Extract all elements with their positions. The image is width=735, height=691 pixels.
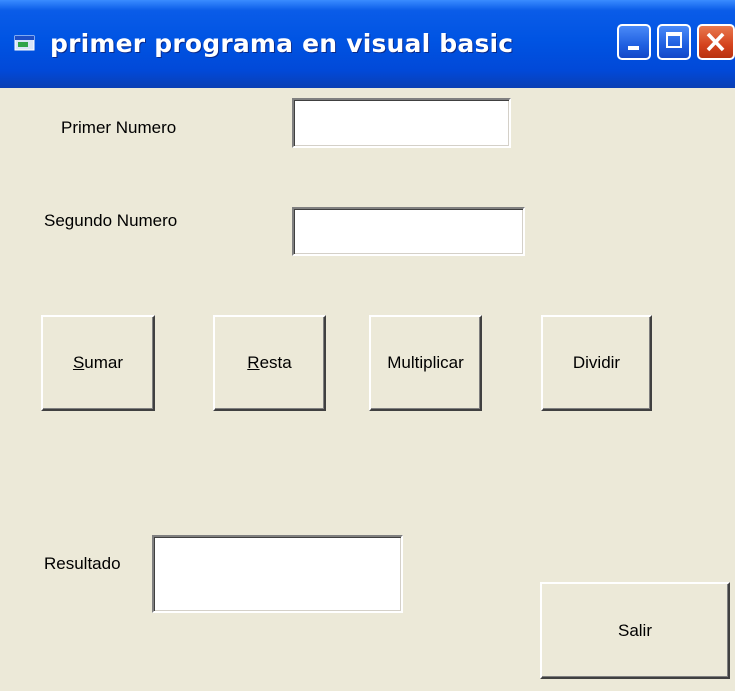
app-window: primer programa en visual basic Primer N… xyxy=(0,0,735,691)
segundo-numero-label: Segundo Numero xyxy=(44,211,178,230)
maximize-icon xyxy=(666,32,682,48)
maximize-button[interactable] xyxy=(657,24,691,60)
minimize-button[interactable] xyxy=(617,24,651,60)
app-icon xyxy=(14,34,36,52)
sumar-mnemonic: S xyxy=(72,353,85,372)
segundo-numero-input[interactable] xyxy=(292,207,525,256)
resta-mnemonic: R xyxy=(247,353,260,372)
title-bar[interactable]: primer programa en visual basic xyxy=(0,0,735,88)
window-title: primer programa en visual basic xyxy=(50,29,514,58)
primer-numero-label: Primer Numero xyxy=(61,118,177,137)
sumar-label: umar xyxy=(84,353,124,372)
close-icon xyxy=(706,32,725,52)
close-button[interactable] xyxy=(697,24,735,60)
resta-label: esta xyxy=(259,353,292,372)
primer-numero-input[interactable] xyxy=(292,98,511,148)
salir-button[interactable]: Salir xyxy=(540,582,730,679)
multiplicar-label: Multiplicar xyxy=(387,353,464,372)
multiplicar-button[interactable]: Multiplicar xyxy=(369,315,482,411)
resultado-label: Resultado xyxy=(44,554,121,573)
resultado-output[interactable] xyxy=(152,535,403,613)
minimize-icon xyxy=(628,46,639,50)
dividir-label: Dividir xyxy=(572,353,621,372)
dividir-button[interactable]: Dividir xyxy=(541,315,652,411)
resta-button[interactable]: Resta xyxy=(213,315,326,411)
sumar-button[interactable]: Sumar xyxy=(41,315,155,411)
salir-label: Salir xyxy=(617,620,652,640)
